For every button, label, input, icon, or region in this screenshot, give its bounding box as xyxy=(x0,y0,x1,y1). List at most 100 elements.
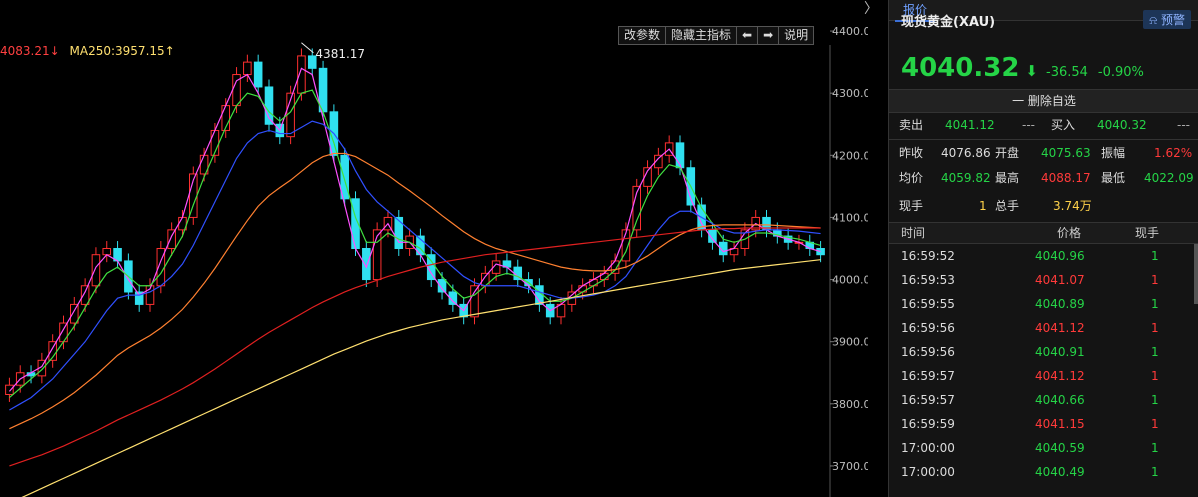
avg-label: 均价 xyxy=(899,171,924,185)
total-volume-value: 3.74万 xyxy=(1053,199,1092,213)
y-axis-label: 3900.00 xyxy=(832,336,868,349)
amplitude-label: 振幅 xyxy=(1101,146,1126,160)
sell-volume: --- xyxy=(1022,118,1035,132)
help-button[interactable]: 说明 xyxy=(778,26,815,45)
tick-time: 16:59:52 xyxy=(901,249,955,263)
tick-price: 4040.59 xyxy=(1035,441,1085,455)
tick-volume: 1 xyxy=(1151,393,1159,407)
collapse-panel-icon[interactable]: 〉 xyxy=(861,0,881,18)
candle-body xyxy=(5,384,14,395)
alert-button[interactable]: ⍾ 预警 xyxy=(1143,10,1191,29)
tick-row: 17:00:00 4040.49 1 xyxy=(889,460,1198,484)
tick-price: 4041.07 xyxy=(1035,273,1085,287)
candle-body xyxy=(102,248,112,256)
price-change-percent: -0.90% xyxy=(1097,65,1144,80)
header-price: 价格 xyxy=(1057,226,1082,240)
tick-row: 16:59:52 4040.96 1 xyxy=(889,244,1198,268)
tick-time: 16:59:53 xyxy=(901,273,955,287)
tick-time: 16:59:57 xyxy=(901,369,955,383)
tick-price: 4040.49 xyxy=(1035,465,1085,479)
candle-body xyxy=(243,61,252,76)
tick-row: 16:59:56 4041.12 1 xyxy=(889,316,1198,340)
open-label: 开盘 xyxy=(995,146,1020,160)
tick-volume: 1 xyxy=(1151,273,1159,287)
tick-list[interactable]: 16:59:52 4040.96 1 16:59:53 4041.07 1 16:59:55… xyxy=(889,244,1198,484)
avg-value: 4059.82 xyxy=(941,171,991,185)
y-axis-label: 4000.00 xyxy=(832,274,868,287)
tick-volume: 1 xyxy=(1151,465,1159,479)
scroll-left-button[interactable]: ⬅ xyxy=(736,26,759,45)
bell-icon: ⍾ xyxy=(1149,13,1161,27)
tick-time: 17:00:00 xyxy=(901,465,955,479)
tick-row: 16:59:55 4040.89 1 xyxy=(889,292,1198,316)
tick-time: 16:59:59 xyxy=(901,417,955,431)
tick-price: 4041.15 xyxy=(1035,417,1085,431)
kline-chart[interactable]: 4400.00 4300.00 4200.00 4100.00 4000.00 3900.… xyxy=(0,0,878,497)
current-volume-label: 现手 xyxy=(899,199,924,213)
tick-volume: 1 xyxy=(1151,369,1159,383)
y-axis-label: 4400.00 xyxy=(832,25,868,38)
current-volume-value: 1 xyxy=(979,199,987,213)
tick-price: 4040.96 xyxy=(1035,249,1085,263)
tick-volume: 1 xyxy=(1151,417,1159,431)
tick-time: 16:59:57 xyxy=(901,393,955,407)
high-label: 最高 xyxy=(995,171,1020,185)
tick-time: 16:59:56 xyxy=(901,321,955,335)
tick-row: 16:59:57 4040.66 1 xyxy=(889,388,1198,412)
ma-line-2 xyxy=(9,89,821,399)
low-value: 4022.09 xyxy=(1144,171,1194,185)
quote-panel: 报价 现货黄金(XAU) ⍾ 预警 4040.32 ⬇ -36.54 -0.90… xyxy=(888,0,1198,497)
sell-value: 4041.12 xyxy=(945,118,995,132)
price-change: -36.54 xyxy=(1046,65,1088,80)
tick-row: 16:59:59 4041.15 1 xyxy=(889,412,1198,436)
tick-row: 16:59:53 4041.07 1 xyxy=(889,268,1198,292)
tick-price: 4040.91 xyxy=(1035,345,1085,359)
y-axis-label: 3800.00 xyxy=(832,398,868,411)
tick-list-header: 时间 价格 现手 xyxy=(889,222,1198,244)
scroll-right-button[interactable]: ➡ xyxy=(757,26,780,45)
remove-watchlist-button[interactable]: 一 删除自选 xyxy=(889,89,1198,113)
buy-volume: --- xyxy=(1177,118,1190,132)
tick-volume: 1 xyxy=(1151,249,1159,263)
low-label: 最低 xyxy=(1101,171,1126,185)
instrument-name: 现货黄金(XAU) xyxy=(901,15,996,30)
tick-volume: 1 xyxy=(1151,297,1159,311)
sell-label: 卖出 xyxy=(899,118,924,132)
tick-volume: 1 xyxy=(1151,345,1159,359)
tick-list-scrollbar[interactable] xyxy=(1194,244,1198,304)
candle-body xyxy=(253,61,263,88)
ma-legend-value-1: 4083.21↓ xyxy=(0,44,60,58)
prev-close-label: 昨收 xyxy=(899,146,924,160)
tick-time: 17:00:00 xyxy=(901,441,955,455)
change-params-button[interactable]: 改参数 xyxy=(618,26,667,45)
high-value: 4088.17 xyxy=(1041,171,1091,185)
total-volume-label: 总手 xyxy=(995,199,1020,213)
tick-volume: 1 xyxy=(1151,441,1159,455)
buy-value: 4040.32 xyxy=(1097,118,1147,132)
candle-body xyxy=(610,260,620,274)
prev-close-value: 4076.86 xyxy=(941,146,991,160)
candle-body xyxy=(362,248,371,281)
amplitude-value: 1.62% xyxy=(1154,146,1193,160)
divider xyxy=(889,139,1198,140)
tick-volume: 1 xyxy=(1151,321,1159,335)
ma-legend: 4083.21↓ MA250:3957.15↑ xyxy=(0,44,181,58)
header-volume: 现手 xyxy=(1135,226,1160,240)
ma-legend-value-2: MA250:3957.15↑ xyxy=(69,44,175,58)
tick-row: 17:00:00 4040.59 1 xyxy=(889,436,1198,460)
tick-row: 16:59:56 4040.91 1 xyxy=(889,340,1198,364)
tick-price: 4040.66 xyxy=(1035,393,1085,407)
candle-body xyxy=(91,254,101,287)
tick-price: 4040.89 xyxy=(1035,297,1085,311)
y-axis-label: 4100.00 xyxy=(832,211,868,224)
alert-label: 预警 xyxy=(1160,13,1185,27)
y-axis-label: 3700.00 xyxy=(832,460,868,473)
chart-canvas[interactable]: 4400.00 4300.00 4200.00 4100.00 4000.00 3900.… xyxy=(0,0,868,497)
hide-indicator-button[interactable]: 隐藏主指标 xyxy=(665,26,738,45)
last-price: 4040.32 xyxy=(901,53,1020,83)
tick-time: 16:59:55 xyxy=(901,297,955,311)
high-annotation-label: 4381.17 xyxy=(315,47,365,61)
high-annotation-line xyxy=(301,42,314,54)
tick-time: 16:59:56 xyxy=(901,345,955,359)
buy-label: 买入 xyxy=(1051,118,1076,132)
